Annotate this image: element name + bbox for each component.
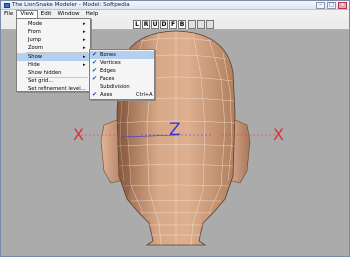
app-window: The LionSnake Modeler - Model: Softpedia… — [0, 0, 350, 257]
view-back-button[interactable]: B — [178, 20, 186, 29]
view-right-button[interactable]: R — [142, 20, 150, 29]
menu-item-label: Jump — [28, 37, 42, 43]
menu-item-label: From — [28, 29, 41, 35]
show-menu-item-faces[interactable]: ✔ Faces — [90, 75, 154, 83]
title-bar[interactable]: The LionSnake Modeler - Model: Softpedia… — [1, 1, 349, 10]
toolbar-square-button[interactable] — [188, 20, 196, 29]
submenu-arrow-icon: ▸ — [83, 21, 86, 27]
menu-item-label: Faces — [100, 76, 115, 82]
maximize-button[interactable]: □ — [327, 2, 336, 9]
menu-item-label: Bones — [100, 52, 116, 58]
check-icon: ✔ — [92, 59, 98, 66]
close-button[interactable]: ✕ — [338, 2, 347, 9]
show-menu-item-subdivision[interactable]: Subdivision — [90, 83, 154, 91]
view-menu-item-show[interactable]: Show ▸ — [17, 53, 90, 61]
minimize-button[interactable]: – — [316, 2, 325, 9]
axis-x-label-right: X — [273, 125, 284, 144]
axis-z-label: Z — [169, 120, 181, 140]
menu-item-label: Show hidden — [28, 70, 62, 76]
menu-item-label: Axes — [100, 92, 113, 98]
submenu-arrow-icon: ▸ — [83, 62, 86, 68]
submenu-arrow-icon: ▸ — [83, 37, 86, 43]
toolbar-square-button[interactable] — [206, 20, 214, 29]
menu-item-label: Edges — [100, 68, 116, 74]
view-menu-item-jump[interactable]: Jump ▸ — [17, 36, 90, 44]
menu-item-label: Set grid... — [28, 78, 54, 84]
show-menu-item-bones[interactable]: ✔ Bones — [90, 51, 154, 59]
menu-file[interactable]: File — [1, 10, 16, 19]
toolbar-square-button[interactable] — [197, 20, 205, 29]
menu-item-label: Hide — [28, 62, 40, 68]
view-up-button[interactable]: U — [151, 20, 159, 29]
menu-item-label: Set refinement level... — [28, 86, 86, 92]
show-submenu-dropdown: ✔ Bones ✔ Vertices ✔ Edges ✔ Faces Subdi… — [89, 49, 155, 100]
check-icon: ✔ — [92, 67, 98, 74]
submenu-arrow-icon: ▸ — [83, 45, 86, 51]
view-down-button[interactable]: D — [160, 20, 168, 29]
menu-item-label: Subdivision — [100, 84, 130, 90]
view-menu-item-zoom[interactable]: Zoom ▸ — [17, 44, 90, 52]
show-menu-item-edges[interactable]: ✔ Edges — [90, 67, 154, 75]
show-menu-item-axes[interactable]: ✔ Axes Ctrl+A — [90, 91, 154, 99]
menu-item-label: Show — [28, 54, 42, 60]
view-menu-item-mode[interactable]: Mode ▸ — [17, 20, 90, 28]
view-front-button[interactable]: F — [169, 20, 177, 29]
menu-item-label: Vertices — [100, 60, 121, 66]
view-left-button[interactable]: L — [133, 20, 141, 29]
check-icon: ✔ — [92, 75, 98, 82]
menu-item-label: Zoom — [28, 45, 43, 51]
view-menu-item-set-refinement[interactable]: Set refinement level... — [17, 85, 90, 93]
view-menu-item-set-grid[interactable]: Set grid... — [17, 77, 90, 85]
app-icon — [4, 3, 10, 8]
menu-item-shortcut: Ctrl+A — [136, 92, 153, 98]
submenu-arrow-icon: ▸ — [83, 54, 86, 60]
axis-x-label-left: X — [73, 125, 84, 144]
submenu-arrow-icon: ▸ — [83, 29, 86, 35]
show-menu-item-vertices[interactable]: ✔ Vertices — [90, 59, 154, 67]
view-menu-dropdown: Mode ▸ From ▸ Jump ▸ Zoom ▸ Show ▸ Hide … — [16, 18, 91, 92]
menu-item-label: Mode — [28, 21, 43, 27]
check-icon: ✔ — [92, 91, 98, 98]
check-icon: ✔ — [92, 51, 98, 58]
view-menu-item-hide[interactable]: Hide ▸ — [17, 61, 90, 69]
view-menu-item-from[interactable]: From ▸ — [17, 28, 90, 36]
view-menu-item-show-hidden[interactable]: Show hidden — [17, 69, 90, 77]
window-title: The LionSnake Modeler - Model: Softpedia — [12, 2, 130, 8]
